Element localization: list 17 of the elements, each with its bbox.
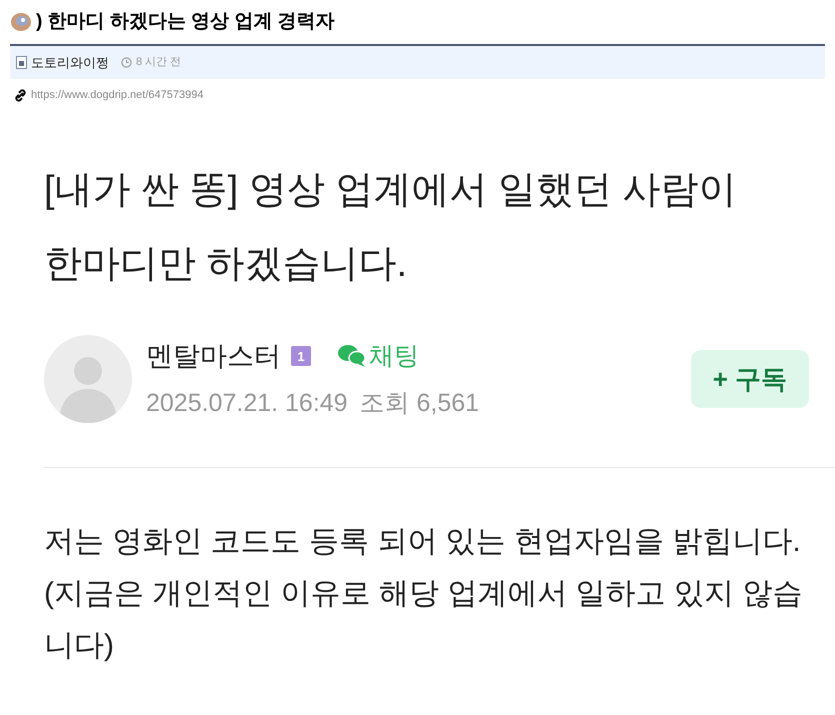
- embedded-title: [내가 싼 똥] 영상 업계에서 일했던 사람이 한마디만 하겠습니다.: [44, 168, 738, 287]
- subscribe-button[interactable]: + 구독: [691, 350, 809, 408]
- clock-icon: [121, 57, 132, 68]
- post-time: 8 시간 전: [136, 55, 182, 70]
- chat-icon: [337, 344, 367, 368]
- source-link[interactable]: https://www.dogdrip.net/647573994: [31, 86, 204, 104]
- level-badge: 1: [291, 346, 311, 366]
- embedded-body: 저는 영화인 코드도 등록 되어 있는 현업자임을 밝힙니다. (지금은 개인적인 이유로 해당 업계에서 일하고 있지 않습니다): [44, 524, 804, 664]
- link-icon: [14, 88, 27, 102]
- post-title: ) 한마디 하겠다는 영상 업계 경력자: [36, 10, 335, 34]
- view-count: 조회 6,561: [360, 388, 480, 418]
- chat-link[interactable]: 채팅: [369, 338, 419, 375]
- post-date: 2025.07.21. 16:49: [146, 388, 348, 418]
- user-icon: [16, 56, 27, 69]
- avatar-icon: [44, 335, 132, 423]
- author-name[interactable]: 도토리와이쩡: [31, 52, 109, 72]
- embedded-author: 멘탈마스터: [146, 340, 281, 373]
